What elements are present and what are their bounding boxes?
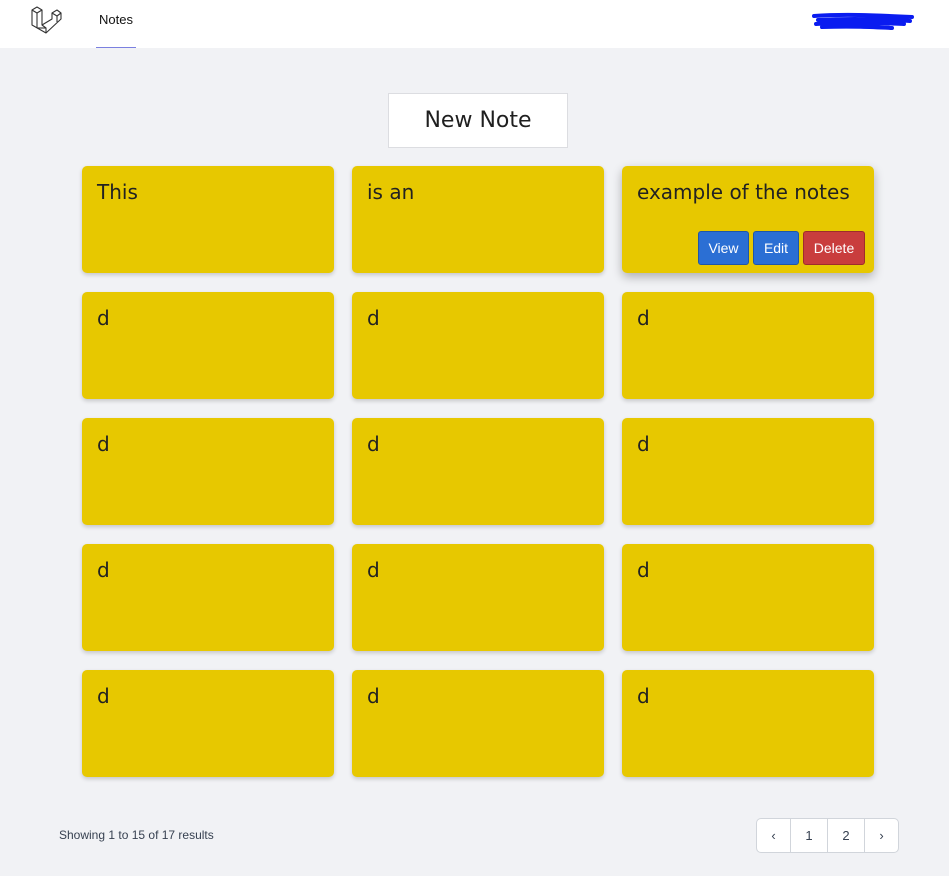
note-card[interactable]: d [622, 418, 874, 525]
note-text: d [367, 306, 380, 330]
view-button[interactable]: View [698, 231, 749, 265]
note-text: d [637, 684, 650, 708]
note-card[interactable]: example of the notes View Edit Delete [622, 166, 874, 273]
note-card[interactable]: is an [352, 166, 604, 273]
note-text: This [97, 180, 138, 204]
top-navbar: Notes [0, 0, 949, 48]
nav-link-notes[interactable]: Notes [96, 0, 136, 48]
note-text: d [367, 558, 380, 582]
note-text: d [637, 306, 650, 330]
note-text: d [637, 432, 650, 456]
chevron-right-icon[interactable]: › [865, 819, 898, 852]
pagination-summary: Showing 1 to 15 of 17 results [59, 828, 214, 842]
note-actions: View Edit Delete [698, 231, 865, 265]
note-text: example of the notes [637, 180, 850, 204]
laravel-logo-icon[interactable] [30, 5, 62, 35]
note-card[interactable]: d [82, 292, 334, 399]
note-text: d [367, 684, 380, 708]
note-card[interactable]: d [622, 544, 874, 651]
new-note-button[interactable]: New Note [388, 93, 568, 148]
note-text: d [97, 306, 110, 330]
note-text: d [97, 432, 110, 456]
chevron-left-icon[interactable]: ‹ [757, 819, 791, 852]
note-card[interactable]: d [352, 544, 604, 651]
note-text: d [637, 558, 650, 582]
note-card[interactable]: d [622, 670, 874, 777]
note-card[interactable]: d [352, 292, 604, 399]
page-link-1[interactable]: 1 [791, 819, 828, 852]
user-menu[interactable] [812, 12, 916, 32]
note-card[interactable]: d [82, 544, 334, 651]
note-card[interactable]: d [82, 670, 334, 777]
note-text: is an [367, 180, 415, 204]
page-link-2[interactable]: 2 [828, 819, 865, 852]
pagination: ‹ 1 2 › [756, 818, 899, 853]
note-text: d [367, 432, 380, 456]
note-card[interactable]: This [82, 166, 334, 273]
note-card[interactable]: d [622, 292, 874, 399]
note-card[interactable]: d [82, 418, 334, 525]
note-card[interactable]: d [352, 418, 604, 525]
note-text: d [97, 684, 110, 708]
notes-grid: This is an example of the notes View Edi… [82, 166, 874, 777]
delete-button[interactable]: Delete [803, 231, 865, 265]
note-card[interactable]: d [352, 670, 604, 777]
edit-button[interactable]: Edit [753, 231, 799, 265]
note-text: d [97, 558, 110, 582]
